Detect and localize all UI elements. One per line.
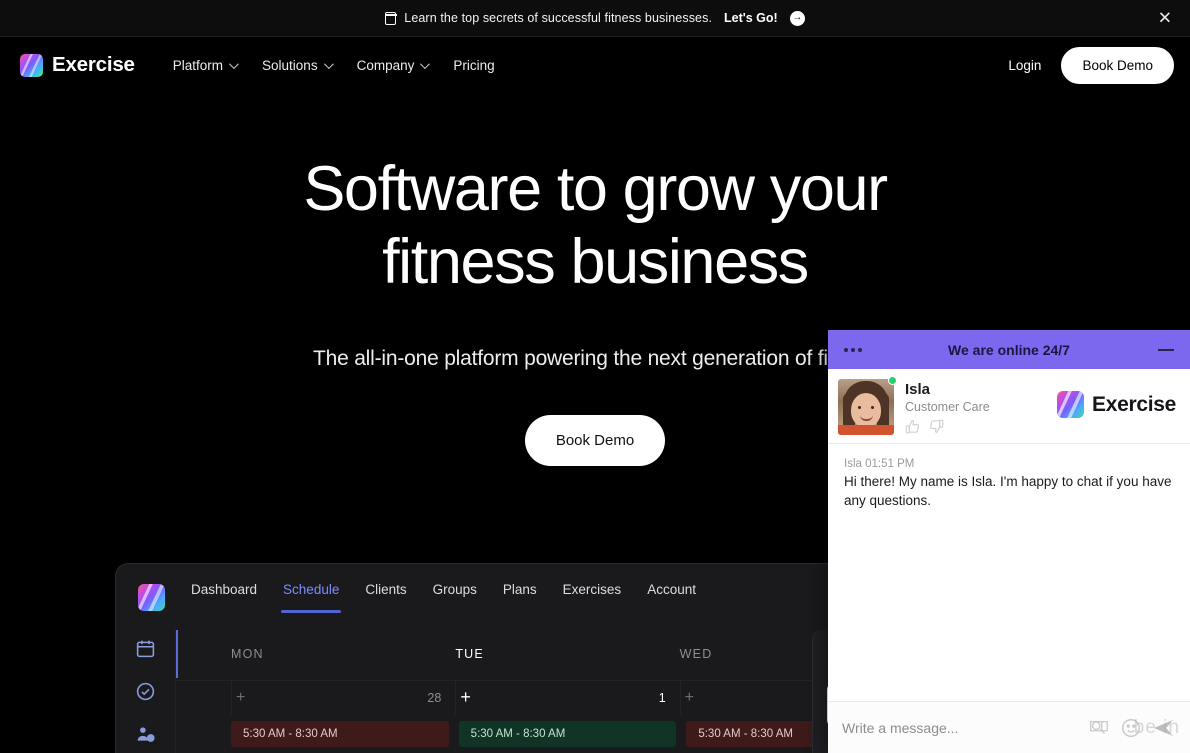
emoji-icon[interactable] <box>1120 717 1142 739</box>
banner-content: Learn the top secrets of successful fitn… <box>384 10 805 26</box>
mockup-calendar: MON TUE WED + 28 + 1 + 2 5:30 AM - <box>176 630 904 753</box>
mockup-nav-items: Dashboard Schedule Clients Groups Plans … <box>191 582 696 613</box>
agent-meta: Isla Customer Care <box>905 379 990 434</box>
arrow-right-icon[interactable]: → <box>789 10 805 26</box>
chat-menu-icon[interactable] <box>844 347 862 352</box>
nav-item-company[interactable]: Company <box>356 57 431 73</box>
add-event-button[interactable]: + <box>236 689 245 707</box>
brand-name: Exercise <box>52 53 135 76</box>
image-attachment-icon[interactable] <box>1088 717 1110 739</box>
nav-actions: Login Book Demo <box>1008 46 1174 84</box>
calendar-date-row: + 28 + 1 + 2 <box>176 680 904 714</box>
mockup-tab-plans[interactable]: Plans <box>503 582 537 613</box>
chat-brand-name: Exercise <box>1091 392 1176 416</box>
nav-item-label: Solutions <box>262 57 318 73</box>
announcement-banner: Learn the top secrets of successful fitn… <box>0 0 1190 37</box>
agent-role: Customer Care <box>905 400 990 414</box>
chat-brand: Exercise <box>1056 379 1176 418</box>
chat-agent-row: Isla Customer Care Exercise <box>828 369 1190 444</box>
calendar-header-row: MON TUE WED <box>176 630 904 680</box>
nav-item-label: Platform <box>172 57 224 73</box>
calendar-cell-mon[interactable]: + 28 <box>231 681 455 714</box>
calendar-date-number: 28 <box>427 690 442 705</box>
message-text: Hi there! My name is Isla. I'm happy to … <box>844 474 1172 508</box>
nav-item-label: Company <box>356 57 415 73</box>
calendar-date-number: 1 <box>658 690 666 705</box>
add-event-button[interactable]: + <box>460 687 471 708</box>
calendar-event[interactable]: 5:30 AM - 8:30 AM <box>231 721 449 747</box>
avatar-wrap <box>838 376 897 435</box>
exercise-logo-icon <box>1056 391 1084 418</box>
add-event-button[interactable]: + <box>685 689 694 707</box>
calendar-event-row: 5:30 AM - 8:30 AM 5:30 AM - 8:30 AM 5:30… <box>176 714 904 747</box>
nav-item-solutions[interactable]: Solutions <box>262 57 334 73</box>
chevron-down-icon <box>420 58 431 69</box>
mockup-tab-dashboard[interactable]: Dashboard <box>191 582 257 613</box>
chat-header-title: We are online 24/7 <box>948 341 1070 358</box>
book-demo-nav-button[interactable]: Book Demo <box>1061 46 1174 84</box>
minimize-icon[interactable] <box>1158 348 1174 351</box>
page-title: Software to grow your fitness business <box>0 153 1190 299</box>
nav-links: Platform Solutions Company Pricing <box>173 58 495 73</box>
calendar-icon <box>384 11 397 25</box>
calendar-cell-tue[interactable]: + 1 <box>455 681 679 714</box>
mockup-tab-schedule[interactable]: Schedule <box>281 582 342 613</box>
chevron-down-icon <box>323 58 334 69</box>
calendar-icon[interactable] <box>135 638 156 659</box>
chevron-down-icon <box>228 58 239 69</box>
chat-input-bar: be in <box>828 701 1190 753</box>
chat-message-list: Isla 01:51 PM Hi there! My name is Isla.… <box>828 444 1190 701</box>
mockup-sidebar <box>116 630 176 753</box>
chat-widget: We are online 24/7 Isla Customer Care Ex… <box>828 330 1190 753</box>
calendar-accent-bar <box>176 630 178 678</box>
mockup-navbar: Dashboard Schedule Clients Groups Plans … <box>116 564 904 630</box>
mockup-tab-exercises[interactable]: Exercises <box>563 582 622 613</box>
mockup-tab-clients[interactable]: Clients <box>365 582 406 613</box>
mockup-body: MON TUE WED + 28 + 1 + 2 5:30 AM - <box>116 630 904 753</box>
online-status-dot <box>888 376 897 385</box>
app-screenshot-mockup: Dashboard Schedule Clients Groups Plans … <box>115 563 905 753</box>
login-link[interactable]: Login <box>1008 58 1041 73</box>
banner-cta-link[interactable]: Let's Go! <box>724 11 778 25</box>
headline-line-2: fitness business <box>382 227 809 298</box>
exercise-logo-icon <box>20 53 43 77</box>
banner-text: Learn the top secrets of successful fitn… <box>404 11 713 25</box>
calendar-event[interactable]: 5:30 AM - 8:30 AM <box>458 721 677 747</box>
thumbs-down-icon[interactable] <box>929 419 944 434</box>
avatar <box>838 379 894 435</box>
headline-line-1: Software to grow your <box>303 154 888 224</box>
nav-item-label: Pricing <box>453 57 495 73</box>
person-clock-icon[interactable] <box>135 724 156 745</box>
calendar-day-tue: TUE <box>455 647 484 661</box>
main-navigation: Exercise Platform Solutions Company Pric… <box>0 37 1190 93</box>
close-icon[interactable]: ✕ <box>1158 10 1172 27</box>
book-demo-hero-button[interactable]: Book Demo <box>524 415 666 467</box>
nav-item-pricing[interactable]: Pricing <box>453 58 494 73</box>
mockup-tab-account[interactable]: Account <box>647 582 696 613</box>
agent-name: Isla <box>905 381 931 398</box>
chat-header: We are online 24/7 <box>828 330 1190 369</box>
thumbs-up-icon[interactable] <box>905 419 920 434</box>
nav-item-platform[interactable]: Platform <box>172 57 239 73</box>
exercise-logo-icon <box>138 583 165 611</box>
calendar-day-mon: MON <box>231 647 264 661</box>
chat-message-input[interactable] <box>842 719 1078 736</box>
mockup-tab-groups[interactable]: Groups <box>433 582 477 613</box>
send-icon[interactable] <box>1152 716 1176 740</box>
message-meta: Isla 01:51 PM <box>844 458 915 470</box>
feedback-controls <box>905 419 990 434</box>
brand-logo[interactable]: Exercise <box>20 53 135 77</box>
check-circle-icon[interactable] <box>135 681 156 702</box>
